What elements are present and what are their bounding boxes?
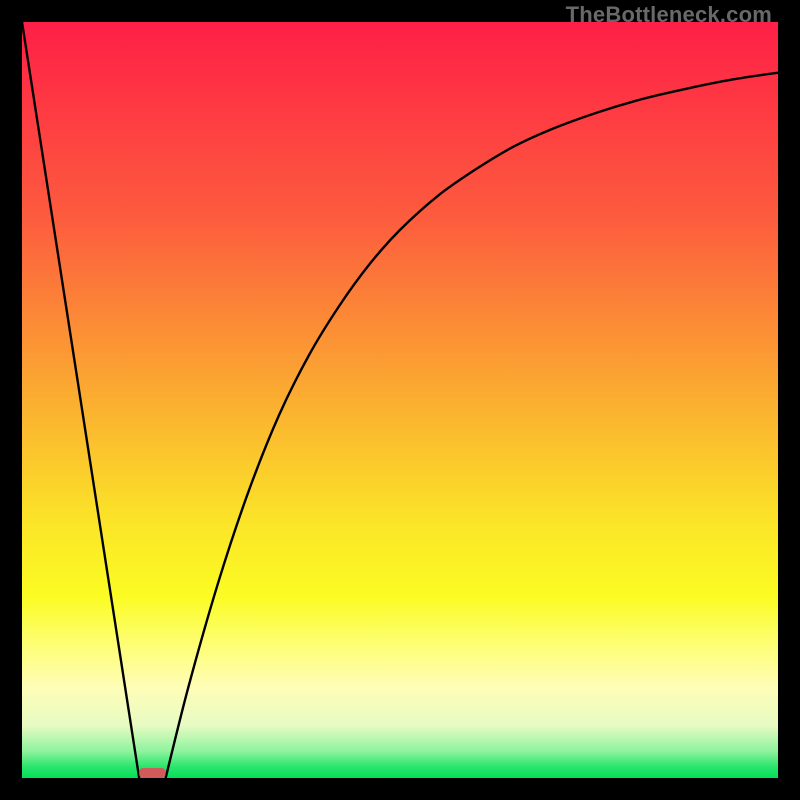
chart-frame xyxy=(22,22,778,778)
chart-gradient-bg xyxy=(22,22,778,778)
bottleneck-marker xyxy=(139,768,165,778)
chart-svg xyxy=(22,22,778,778)
watermark-text: TheBottleneck.com xyxy=(566,2,772,28)
